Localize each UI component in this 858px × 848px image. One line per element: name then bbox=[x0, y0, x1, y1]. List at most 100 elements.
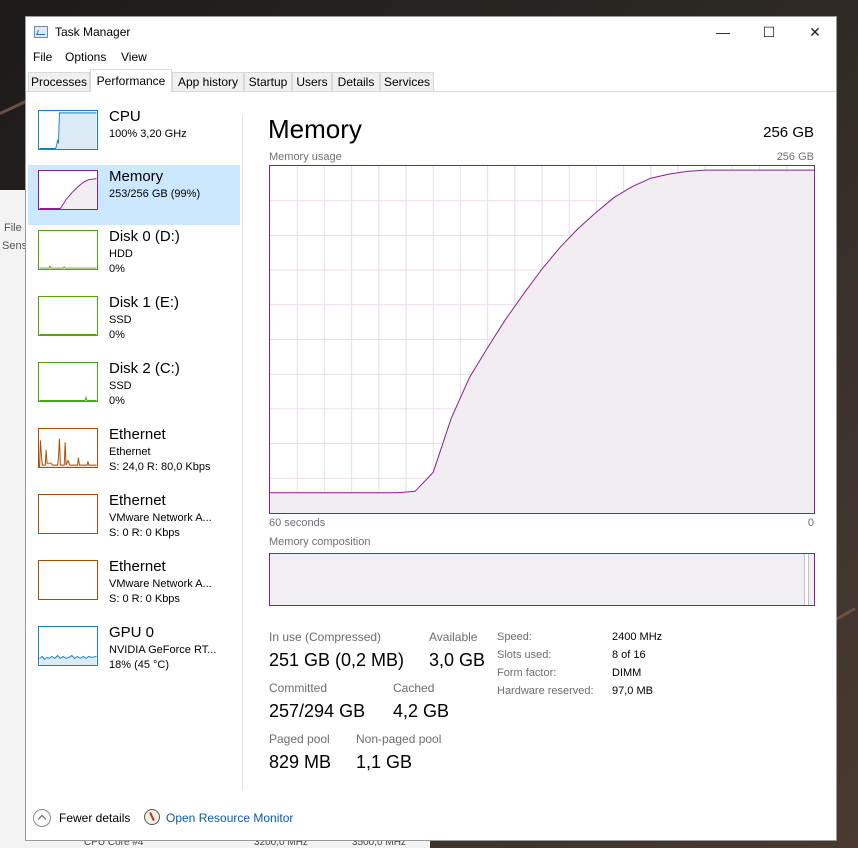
sidebar-item-name: Disk 2 (C:) bbox=[109, 360, 180, 377]
speed-label: Speed: bbox=[497, 631, 532, 643]
resource-list: CPU 100% 3,20 GHz Memory 253/256 GB (99%… bbox=[28, 93, 240, 783]
form-factor-label: Form factor: bbox=[497, 667, 557, 679]
in-use-value: 251 GB (0,2 MB) bbox=[269, 650, 405, 670]
sidebar-item-usage: 0% bbox=[109, 329, 125, 341]
background-window: File Sens bbox=[0, 190, 27, 848]
chevron-up-icon[interactable] bbox=[33, 809, 51, 827]
memory-composition-label: Memory composition bbox=[269, 536, 371, 548]
sidebar-item-detail: 253/256 GB (99%) bbox=[109, 188, 201, 200]
cpu-thumbnail bbox=[38, 110, 98, 150]
tab-users[interactable]: Users bbox=[292, 72, 332, 91]
sidebar-item-name: Ethernet bbox=[109, 492, 166, 509]
ethernet-thumbnail bbox=[38, 560, 98, 600]
sidebar-item-disk-0[interactable]: Disk 0 (D:) HDD 0% bbox=[28, 225, 240, 285]
gpu-thumbnail bbox=[38, 626, 98, 666]
open-resource-monitor-link[interactable]: Open Resource Monitor bbox=[166, 811, 293, 825]
committed-value: 257/294 GB bbox=[269, 701, 366, 721]
sidebar-item-memory[interactable]: Memory 253/256 GB (99%) bbox=[28, 165, 240, 225]
sidebar-item-usage: 0% bbox=[109, 263, 125, 275]
sidebar-item-cpu[interactable]: CPU 100% 3,20 GHz bbox=[28, 105, 240, 165]
sidebar-item-model: NVIDIA GeForce RT... bbox=[109, 644, 217, 656]
task-manager-window: Task Manager — ☐ ✕ File Options View Pro… bbox=[25, 16, 837, 841]
resource-monitor-icon[interactable] bbox=[144, 809, 160, 825]
sidebar-item-adapter: Ethernet bbox=[109, 446, 151, 458]
sidebar-item-name: Ethernet bbox=[109, 558, 166, 575]
sidebar-item-ethernet-vmware-2[interactable]: Ethernet VMware Network A... S: 0 R: 0 K… bbox=[28, 555, 240, 615]
background-window-row: CPU Core #4 3200,0 MHz 3500,0 MHz bbox=[26, 840, 430, 848]
footer: Fewer details Open Resource Monitor bbox=[26, 799, 836, 837]
memory-total: 256 GB bbox=[763, 124, 814, 141]
non-paged-pool-label: Non-paged pool bbox=[356, 732, 442, 746]
sidebar-item-name: CPU bbox=[109, 108, 141, 125]
close-button[interactable]: ✕ bbox=[792, 17, 838, 47]
sidebar-item-name: Disk 1 (E:) bbox=[109, 294, 180, 311]
sidebar-item-name: GPU 0 bbox=[109, 624, 155, 641]
memory-usage-chart bbox=[269, 165, 815, 514]
in-use-label: In use (Compressed) bbox=[269, 630, 382, 644]
task-manager-icon bbox=[34, 26, 48, 38]
hardware-reserved-label: Hardware reserved: bbox=[497, 685, 594, 697]
sidebar-item-type: SSD bbox=[109, 314, 132, 326]
time-axis-right: 0 bbox=[807, 517, 814, 529]
sidebar-item-usage: 18% (45 °C) bbox=[109, 659, 170, 671]
menu-options[interactable]: Options bbox=[65, 50, 106, 64]
tab-services[interactable]: Services bbox=[380, 72, 434, 91]
sidebar-item-ethernet[interactable]: Ethernet Ethernet S: 24,0 R: 80,0 Kbps bbox=[28, 423, 240, 483]
sidebar-item-throughput: S: 24,0 R: 80,0 Kbps bbox=[109, 461, 211, 473]
background-window-file: File bbox=[4, 222, 22, 234]
pane-divider[interactable] bbox=[242, 115, 243, 791]
menu-file[interactable]: File bbox=[33, 50, 52, 64]
non-paged-pool-value: 1,1 GB bbox=[356, 752, 413, 772]
tab-strip: Processes Performance App history Startu… bbox=[26, 69, 836, 92]
tab-performance[interactable]: Performance bbox=[90, 69, 172, 92]
sidebar-item-adapter: VMware Network A... bbox=[109, 578, 212, 590]
ethernet-thumbnail bbox=[38, 494, 98, 534]
sidebar-item-throughput: S: 0 R: 0 Kbps bbox=[109, 527, 180, 539]
minimize-button[interactable]: — bbox=[700, 17, 746, 47]
background-clock-1: 3200,0 MHz bbox=[254, 840, 308, 848]
sidebar-item-usage: 0% bbox=[109, 395, 125, 407]
sidebar-item-type: HDD bbox=[109, 248, 133, 260]
title-bar[interactable]: Task Manager — ☐ ✕ bbox=[26, 17, 836, 47]
memory-usage-max: 256 GB bbox=[776, 151, 814, 163]
slots-used-value: 8 of 16 bbox=[612, 649, 646, 661]
menu-view[interactable]: View bbox=[121, 50, 147, 64]
memory-thumbnail bbox=[38, 170, 98, 210]
fewer-details-link[interactable]: Fewer details bbox=[59, 811, 130, 825]
disk-thumbnail bbox=[38, 296, 98, 336]
maximize-button[interactable]: ☐ bbox=[746, 17, 792, 47]
sidebar-item-type: SSD bbox=[109, 380, 132, 392]
sidebar-item-detail: 100% 3,20 GHz bbox=[109, 128, 187, 140]
sidebar-item-disk-2[interactable]: Disk 2 (C:) SSD 0% bbox=[28, 357, 240, 417]
sidebar-item-ethernet-vmware-1[interactable]: Ethernet VMware Network A... S: 0 R: 0 K… bbox=[28, 489, 240, 549]
paged-pool-label: Paged pool bbox=[269, 732, 330, 746]
sidebar-item-name: Disk 0 (D:) bbox=[109, 228, 180, 245]
sidebar-item-throughput: S: 0 R: 0 Kbps bbox=[109, 593, 180, 605]
sidebar-item-disk-1[interactable]: Disk 1 (E:) SSD 0% bbox=[28, 291, 240, 351]
window-title: Task Manager bbox=[55, 25, 131, 39]
available-value: 3,0 GB bbox=[429, 650, 486, 670]
committed-label: Committed bbox=[269, 681, 328, 695]
time-axis-left: 60 seconds bbox=[269, 517, 326, 529]
available-label: Available bbox=[429, 630, 478, 644]
tab-details[interactable]: Details bbox=[332, 72, 380, 91]
page-title: Memory bbox=[268, 114, 362, 144]
disk-thumbnail bbox=[38, 362, 98, 402]
slots-used-label: Slots used: bbox=[497, 649, 552, 661]
tab-processes[interactable]: Processes bbox=[28, 72, 90, 91]
paged-pool-value: 829 MB bbox=[269, 752, 332, 772]
sidebar-item-gpu-0[interactable]: GPU 0 NVIDIA GeForce RT... 18% (45 °C) bbox=[28, 621, 240, 681]
tab-startup[interactable]: Startup bbox=[244, 72, 292, 91]
cached-label: Cached bbox=[393, 681, 435, 695]
cached-value: 4,2 GB bbox=[393, 701, 450, 721]
memory-composition-bar bbox=[269, 553, 815, 606]
tab-app-history[interactable]: App history bbox=[172, 72, 244, 91]
form-factor-value: DIMM bbox=[612, 667, 642, 679]
sidebar-item-adapter: VMware Network A... bbox=[109, 512, 212, 524]
background-window-sens: Sens bbox=[2, 240, 28, 252]
hardware-reserved-value: 97,0 MB bbox=[612, 685, 653, 697]
speed-value: 2400 MHz bbox=[612, 631, 663, 643]
disk-thumbnail bbox=[38, 230, 98, 270]
menu-bar: File Options View bbox=[26, 47, 836, 67]
background-cpu-core: CPU Core #4 bbox=[84, 840, 144, 848]
